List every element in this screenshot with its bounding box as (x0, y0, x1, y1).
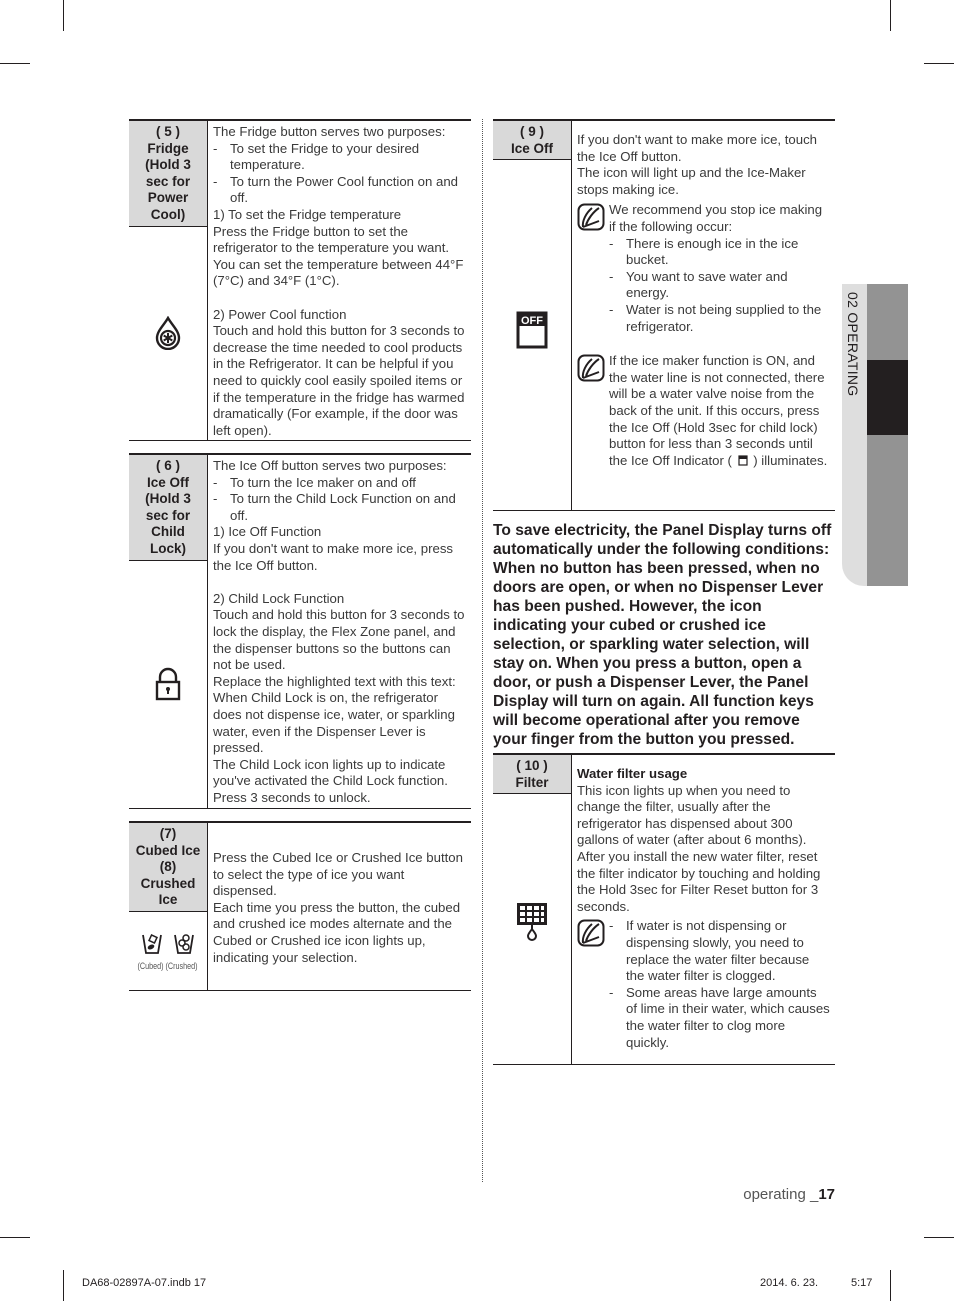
paragraph-text: 1) Ice Off Function (213, 524, 322, 540)
crop-mark (890, 1270, 891, 1301)
svg-text:OFF: OFF (521, 315, 543, 327)
crushed-caption: (Crushed) (165, 960, 199, 971)
panel-display-paragraph: To save electricity, the Panel Display t… (493, 522, 832, 748)
crop-mark (63, 1270, 64, 1301)
paragraph-text: Touch and hold this button for 3 seconds… (213, 607, 465, 673)
paragraph-text: The Ice Off button serves two purposes: (213, 458, 447, 473)
lock-icon (155, 668, 181, 701)
filter-label-cell: ( 10 ) Filter (493, 755, 572, 1064)
note-pencil-icon (577, 354, 605, 382)
ice-off-description: If you don't want to make more ice, touc… (572, 121, 835, 510)
chapter-label: 02 OPERATING (845, 292, 861, 397)
fridge-description: The Fridge button serves two purposes: - T… (208, 121, 471, 440)
paragraph-text: 1) To set the Fridge temperature (213, 206, 402, 222)
fridge-label-cell: ( 5 ) Fridge (Hold 3 sec for Power Cool) (129, 121, 208, 440)
crop-mark (0, 63, 30, 64)
paragraph-text: 2) Power Cool function (213, 306, 347, 322)
filter-label: ( 10 ) Filter (493, 755, 571, 795)
note-pencil-icon (577, 919, 605, 947)
cubed-crushed-label: (7) Cubed Ice (8) Crushed Ice (129, 823, 207, 912)
ice-off-lock-label: ( 6 ) Ice Off (Hold 3 sec for Child Lock… (129, 455, 207, 561)
right-column: ( 9 ) Ice Off OFF If you don't want to m… (493, 119, 835, 1065)
cubed-caption: (Cubed) (137, 960, 164, 971)
crop-mark (890, 0, 891, 31)
list-item: - Water is not being supplied to the refr… (609, 301, 822, 334)
footer-file: DA68-02897A-07.indb 17 (82, 1277, 207, 1289)
list-item: - There is enough ice in the ice bucket. (609, 235, 799, 268)
paragraph-text: Replace the highlighted text with this t… (213, 673, 456, 756)
ice-off-label-cell: ( 9 ) Ice Off OFF (493, 121, 572, 510)
chapter-tab: 02 OPERATING (842, 284, 908, 586)
left-column: ( 5 ) Fridge (Hold 3 sec for Power Cool)… (129, 119, 471, 991)
ice-off-indicator-icon (737, 455, 748, 466)
paragraph-text: Press the Fridge button to set the refri… (213, 223, 464, 289)
crop-mark (924, 1237, 954, 1238)
list-item: - To turn the Ice maker on and off (213, 474, 416, 490)
list-item: - Some areas have large amounts of lime i… (609, 984, 830, 1050)
list-item: - If water is not dispensing or dispensin… (609, 918, 810, 984)
paragraph-text: Touch and hold this button for 3 seconds… (213, 323, 465, 438)
fridge-table: ( 5 ) Fridge (Hold 3 sec for Power Cool)… (129, 119, 471, 441)
power-cool-drop-icon (155, 316, 181, 351)
paragraph-text: 2) Child Lock Function (213, 590, 345, 606)
column-divider (482, 119, 483, 1182)
ice-off-table: ( 9 ) Ice Off OFF If you don't want to m… (493, 119, 835, 511)
cubed-crushed-table: (7) Cubed Ice (8) Crushed Ice (Cubed) (C… (129, 821, 471, 991)
note-pencil-icon (577, 203, 605, 231)
cubed-crushed-description: Press the Cubed Ice or Crushed Ice butto… (208, 823, 471, 990)
note-filter: - If water is not dispensing or dispensin… (577, 918, 831, 1051)
crop-mark (0, 1237, 30, 1238)
note-recommend: We recommend you stop ice making if the … (577, 202, 831, 335)
list-item: - To set the Fridge to your desired tempe… (213, 140, 420, 173)
ice-off-label: ( 9 ) Ice Off (493, 121, 571, 161)
crop-mark (924, 63, 954, 64)
note-water-line: If the ice maker function is ON, and the… (577, 353, 831, 469)
ice-off-lock-table: ( 6 ) Ice Off (Hold 3 sec for Child Lock… (129, 453, 471, 809)
cubed-ice-icon (142, 934, 162, 954)
list-item: - To turn the Child Lock Function on and … (213, 491, 456, 523)
list-item: - You want to save water and energy. (609, 268, 788, 301)
filter-description: Water filter usage This icon lights up w… (577, 766, 831, 1051)
fridge-label: ( 5 ) Fridge (Hold 3 sec for Power Cool) (129, 121, 207, 227)
page-number: operating _17 (743, 1186, 835, 1203)
paragraph-text: The Child Lock icon lights up to indicat… (213, 756, 448, 805)
water-filter-icon (517, 903, 547, 942)
filter-heading: Water filter usage (577, 766, 688, 781)
paragraph-text: Each time you press the button, the cube… (213, 899, 461, 965)
ice-off-lock-description: The Ice Off button serves two purposes: -… (208, 455, 471, 808)
cubed-crushed-label-cell: (7) Cubed Ice (8) Crushed Ice (Cubed) (C… (129, 823, 208, 990)
list-item: - To turn the Power Cool function on and … (213, 173, 458, 206)
ice-off-lock-label-cell: ( 6 ) Ice Off (Hold 3 sec for Child Lock… (129, 455, 208, 808)
crushed-ice-icon (174, 934, 194, 954)
paragraph-text: Press the Cubed Ice or Crushed Ice butto… (213, 850, 463, 899)
paragraph-text: If you don't want to make more ice, pres… (213, 540, 454, 573)
ice-off-icon: OFF (516, 311, 548, 349)
crop-mark (63, 0, 64, 31)
paragraph-text: The Fridge button serves two purposes: (213, 124, 446, 139)
filter-table: ( 10 ) Filter Water filter usage This ic… (493, 753, 835, 1065)
footer-time: 5:17 (851, 1277, 873, 1289)
footer-date: 2014. 6. 23. (760, 1277, 819, 1289)
